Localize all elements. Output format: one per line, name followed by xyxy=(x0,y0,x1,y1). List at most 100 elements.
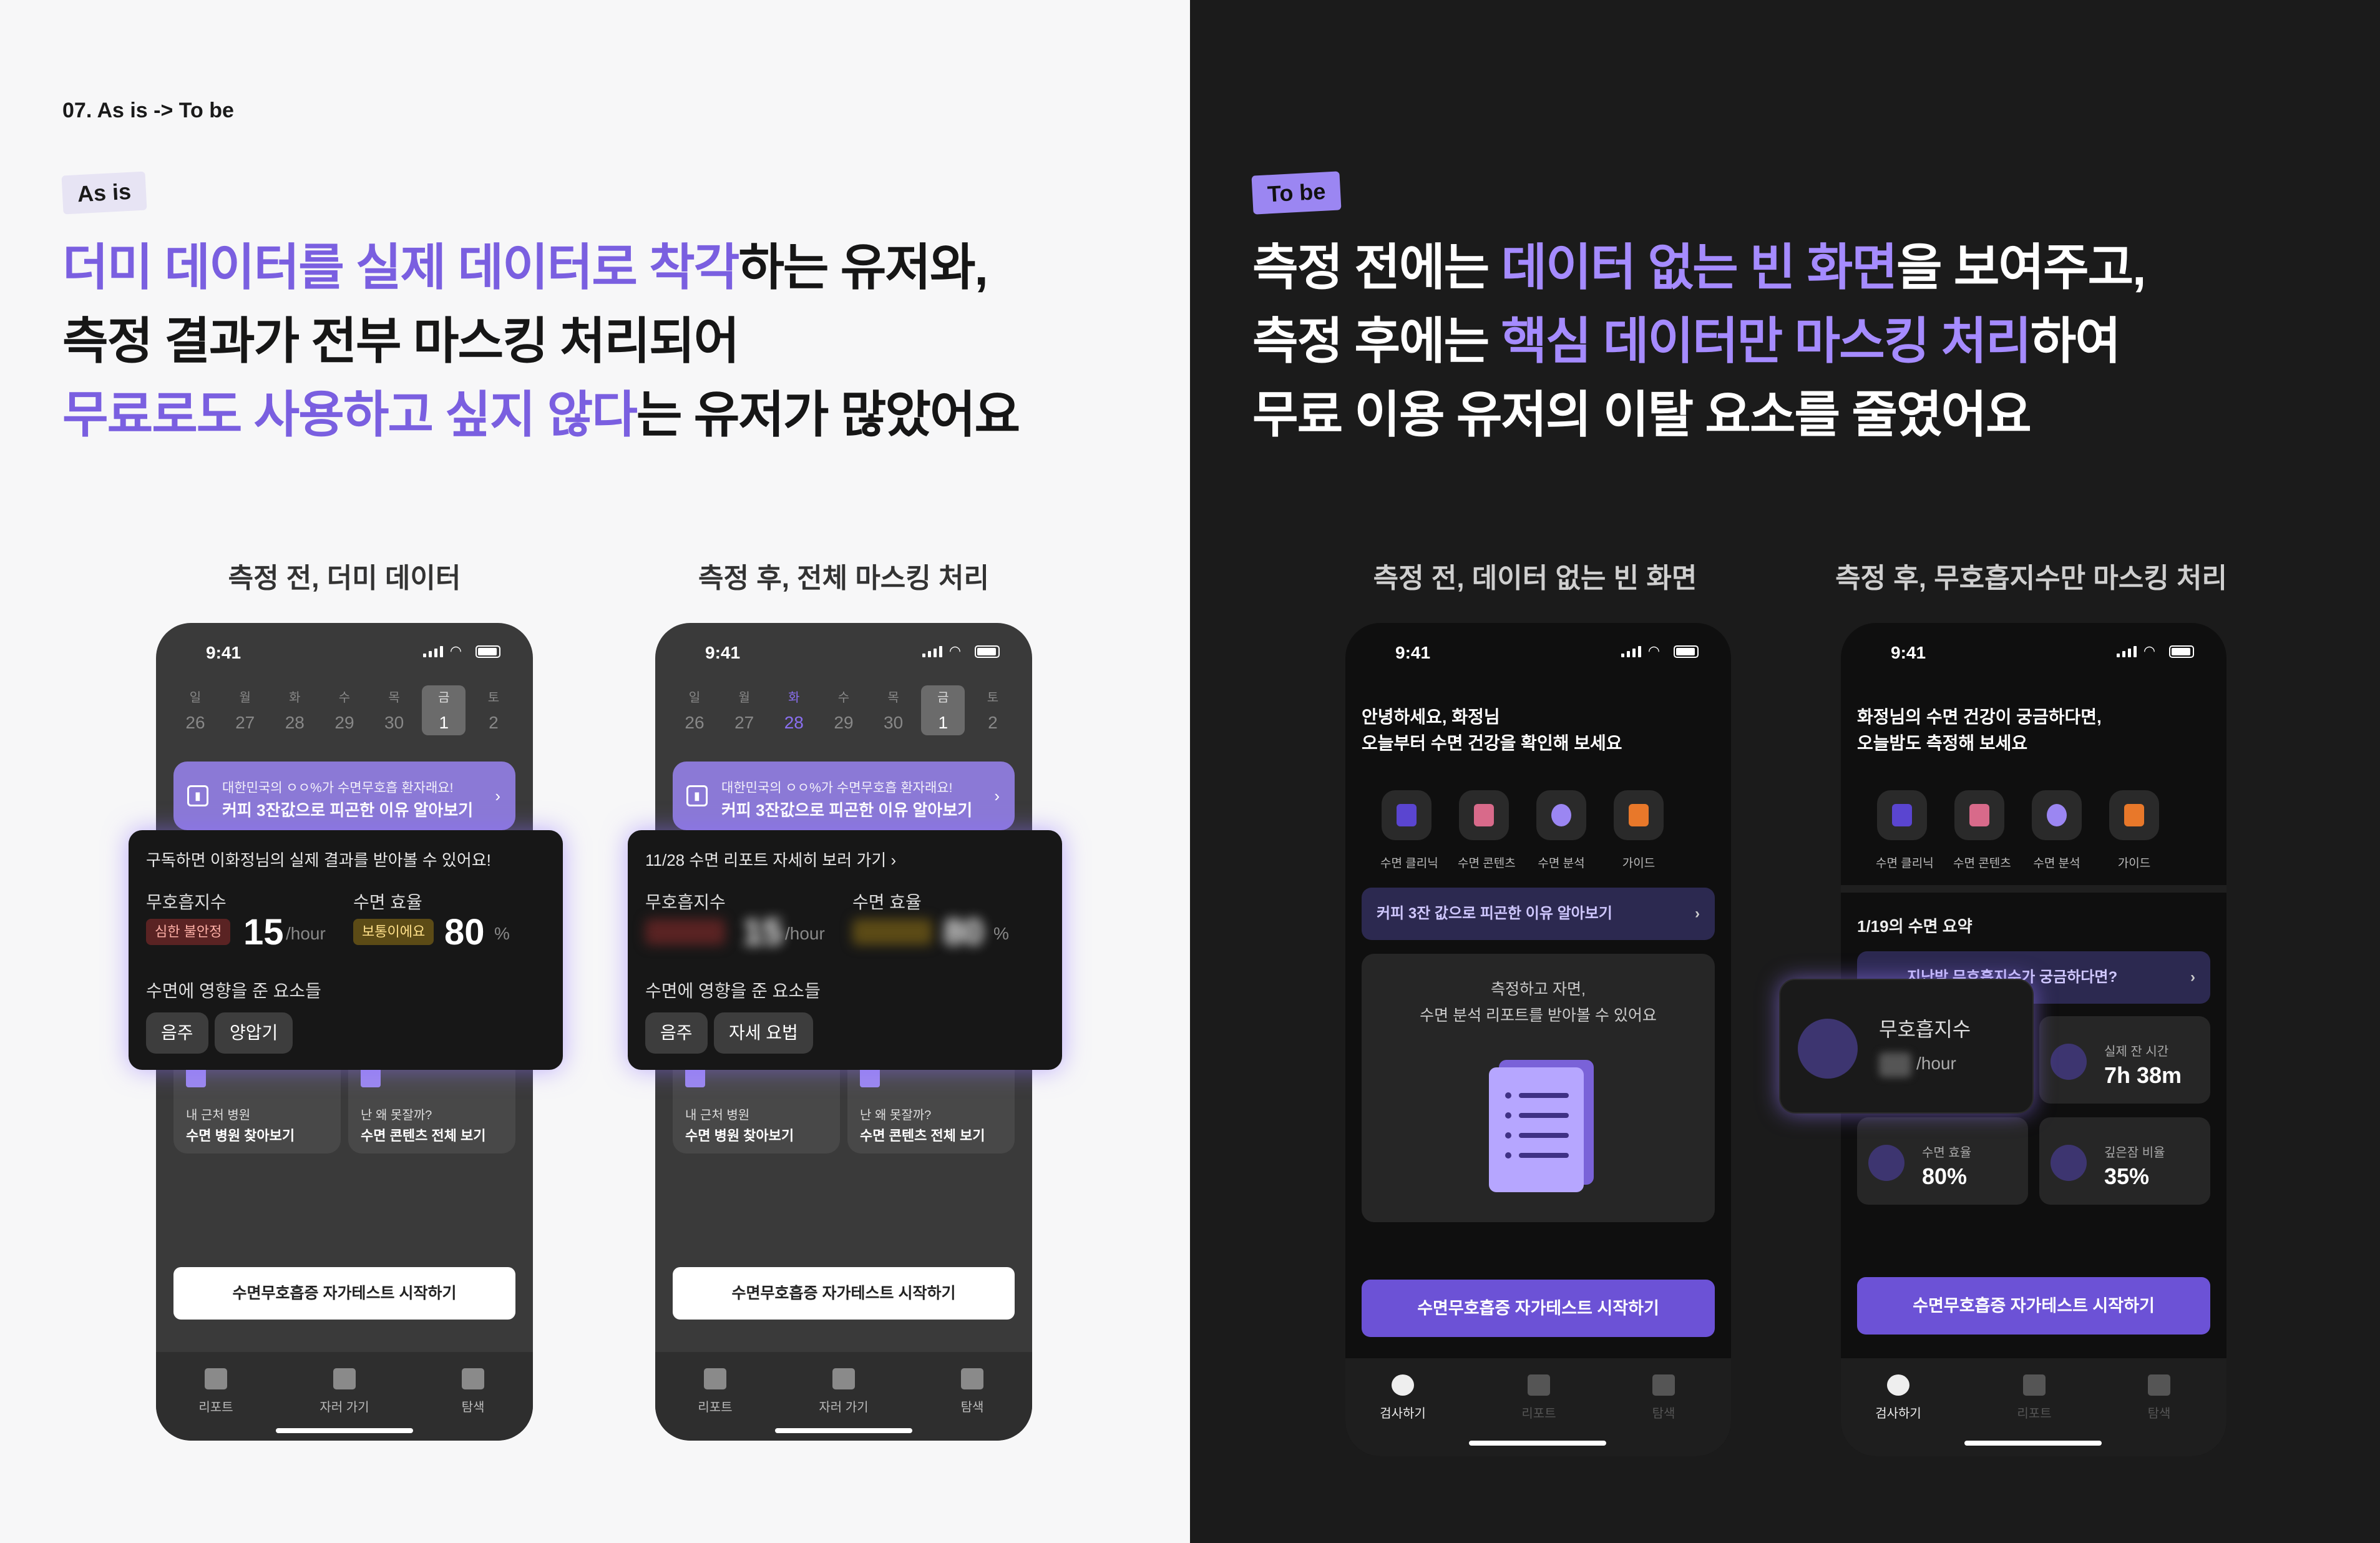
banner-subtitle: 대한민국의 ㅇㅇ%가 수면무호흡 환자래요! xyxy=(222,781,454,795)
hospital-card[interactable]: 내 근처 병원 수면 병원 찾아보기 xyxy=(673,1060,840,1154)
tab-sleep[interactable]: 자러 가기 xyxy=(800,1368,887,1415)
factor-chip[interactable]: 음주 xyxy=(645,1012,708,1054)
efficiency-card[interactable]: 수면 효율 80% xyxy=(1857,1117,2028,1205)
popup-title: 무호흡지수 xyxy=(1879,1018,1971,1041)
self-test-button[interactable]: 수면무호흡증 자가테스트 시작하기 xyxy=(173,1267,515,1320)
caption-before: 측정 전, 더미 데이터 xyxy=(228,563,461,594)
factor-chip[interactable]: 양압기 xyxy=(215,1012,293,1054)
moon-icon xyxy=(1887,1374,1909,1396)
headline-text: 측정 전에는 xyxy=(1252,240,1501,295)
content-card[interactable]: 난 왜 못잘까? 수면 콘텐츠 전체 보기 xyxy=(847,1060,1015,1154)
tab-report[interactable]: 리포트 xyxy=(671,1368,759,1415)
overlay-title: 구독하면 이화정님의 실제 결과를 받아볼 수 있어요! xyxy=(146,851,491,869)
signal-icon xyxy=(423,646,443,657)
day-cell-selected[interactable]: 금1 xyxy=(921,685,965,735)
promo-banner[interactable]: ▮ 대한민국의 ㅇㅇ%가 수면무호흡 환자래요! 커피 3잔값으로 피곤한 이유… xyxy=(173,762,515,830)
guide-button[interactable]: 가이드 xyxy=(1612,790,1665,871)
empty-state-card: 측정하고 자면, 수면 분석 리포트를 받아볼 수 있어요 xyxy=(1362,954,1715,1222)
day-cell[interactable]: 목 30 xyxy=(872,685,915,735)
promo-banner[interactable]: 커피 3잔 값으로 피곤한 이유 알아보기 › xyxy=(1362,888,1715,940)
content-button[interactable]: 수면 콘텐츠 xyxy=(1953,790,2011,871)
stat-label: 실제 잔 시간 xyxy=(2104,1045,2169,1059)
tab-report[interactable]: 리포트 xyxy=(1991,1374,2078,1421)
dummy-result-card[interactable]: 구독하면 이화정님의 실제 결과를 받아볼 수 있어요! 무호흡지수 수면 효율… xyxy=(129,830,563,1070)
analysis-button[interactable]: 수면 분석 xyxy=(1535,790,1587,871)
day-cell[interactable]: 일 26 xyxy=(673,685,716,735)
promo-banner[interactable]: ▮ 대한민국의 ㅇㅇ%가 수면무호흡 환자래요! 커피 3잔값으로 피곤한 이유… xyxy=(673,762,1015,830)
tab-bar: 리포트 자러 가기 탐색 xyxy=(156,1352,533,1441)
tab-explore[interactable]: 탐색 xyxy=(2115,1374,2203,1421)
day-cell[interactable]: 토2 xyxy=(472,685,515,735)
day-cell[interactable]: 월 27 xyxy=(223,685,267,735)
explore-icon xyxy=(961,1368,983,1389)
day-cell[interactable]: 수 29 xyxy=(323,685,366,735)
clinic-icon xyxy=(1397,804,1417,826)
overlay-title: 11/28 수면 리포트 자세히 보러 가기 › xyxy=(645,851,897,869)
popup-unit: /hour xyxy=(1916,1054,1956,1073)
metric-label: 무호흡지수 xyxy=(645,893,726,912)
day-cell[interactable]: 화 28 xyxy=(273,685,316,735)
hospital-card[interactable]: 내 근처 병원 수면 병원 찾아보기 xyxy=(173,1060,341,1154)
tab-explore[interactable]: 탐색 xyxy=(929,1368,1016,1415)
day-cell[interactable]: 토2 xyxy=(971,685,1015,735)
home-indicator xyxy=(775,1428,912,1433)
card-subtitle: 내 근처 병원 xyxy=(186,1109,251,1122)
status-bar: 9:41 ◠ xyxy=(655,623,1032,685)
analysis-icon xyxy=(2047,804,2067,826)
headline-text: 하여 xyxy=(2030,313,2121,369)
analysis-button[interactable]: 수면 분석 xyxy=(2031,790,2083,871)
wifi-icon: ◠ xyxy=(950,643,960,659)
masked-ahi-popup[interactable]: 무호흡지수 /hour xyxy=(1779,979,2034,1114)
self-test-button[interactable]: 수면무호흡증 자가테스트 시작하기 xyxy=(1857,1277,2210,1335)
clinic-button[interactable]: 수면 클리닉 xyxy=(1876,790,1934,871)
wifi-icon: ◠ xyxy=(1649,643,1659,659)
divider xyxy=(1841,885,2226,893)
tab-test[interactable]: 검사하기 xyxy=(1855,1374,1942,1421)
self-test-button[interactable]: 수면무호흡증 자가테스트 시작하기 xyxy=(1362,1280,1715,1337)
factor-chip[interactable]: 자세 요법 xyxy=(714,1012,813,1054)
deep-sleep-card[interactable]: 깊은잠 비율 35% xyxy=(2039,1117,2210,1205)
status-time: 9:41 xyxy=(1891,643,1926,662)
day-cell-today[interactable]: 화 28 xyxy=(772,685,816,735)
headline-highlight: 더미 데이터를 실제 데이터로 착각 xyxy=(62,240,739,295)
efficiency-unit: % xyxy=(494,924,510,943)
day-cell[interactable]: 월 27 xyxy=(723,685,766,735)
to-be-panel: To be 측정 전에는 데이터 없는 빈 화면을 보여주고, 측정 후에는 핵… xyxy=(1190,0,2380,1543)
tab-test[interactable]: 검사하기 xyxy=(1359,1374,1446,1421)
ahi-unit: /hour xyxy=(785,924,825,943)
tab-report[interactable]: 리포트 xyxy=(1495,1374,1583,1421)
day-cell[interactable]: 수 29 xyxy=(822,685,866,735)
content-card[interactable]: 난 왜 못잘까? 수면 콘텐츠 전체 보기 xyxy=(348,1060,515,1154)
efficiency-unit: % xyxy=(993,924,1009,943)
headline-text: 무료 이용 유저의 이탈 요소를 줄였어요 xyxy=(1252,387,2032,443)
chart-icon: ▮ xyxy=(686,785,708,806)
chart-icon: ▮ xyxy=(187,785,208,806)
tab-explore[interactable]: 탐색 xyxy=(1620,1374,1707,1421)
factor-chip[interactable]: 음주 xyxy=(146,1012,208,1054)
signal-icon xyxy=(922,646,942,657)
headline-text: 는 유저가 많았어요 xyxy=(636,387,1020,443)
stat-label: 깊은잠 비율 xyxy=(2104,1146,2165,1160)
clinic-button[interactable]: 수면 클리닉 xyxy=(1380,790,1438,871)
masked-result-card[interactable]: 11/28 수면 리포트 자세히 보러 가기 › 무호흡지수 수면 효율 15 … xyxy=(628,830,1062,1070)
sleep-time-card[interactable]: 실제 잔 시간 7h 38m xyxy=(2039,1016,2210,1104)
status-badge: 보통이에요 xyxy=(353,919,434,945)
tab-report[interactable]: 리포트 xyxy=(172,1368,260,1415)
status-time: 9:41 xyxy=(1395,643,1431,662)
week-calendar: 일 26 월 27 화 28 수 29 목 30 금1 토2 xyxy=(173,685,515,735)
headline-text: 하는 유저와, xyxy=(738,240,988,295)
battery-icon xyxy=(2169,645,2194,658)
metric-label: 무호흡지수 xyxy=(146,893,227,912)
masked-ahi-value: 15 xyxy=(743,912,783,953)
feature-icons: 수면 클리닉 수면 콘텐츠 수면 분석 가이드 xyxy=(1876,790,2160,871)
day-cell[interactable]: 일 26 xyxy=(173,685,217,735)
efficiency-value: 80 xyxy=(444,912,485,953)
day-cell-selected[interactable]: 금1 xyxy=(422,685,466,735)
day-cell[interactable]: 목 30 xyxy=(373,685,416,735)
moon-icon xyxy=(2051,1145,2087,1181)
guide-button[interactable]: 가이드 xyxy=(2108,790,2160,871)
tab-sleep[interactable]: 자러 가기 xyxy=(301,1368,388,1415)
self-test-button[interactable]: 수면무호흡증 자가테스트 시작하기 xyxy=(673,1267,1015,1320)
tab-explore[interactable]: 탐색 xyxy=(429,1368,517,1415)
content-button[interactable]: 수면 콘텐츠 xyxy=(1458,790,1516,871)
